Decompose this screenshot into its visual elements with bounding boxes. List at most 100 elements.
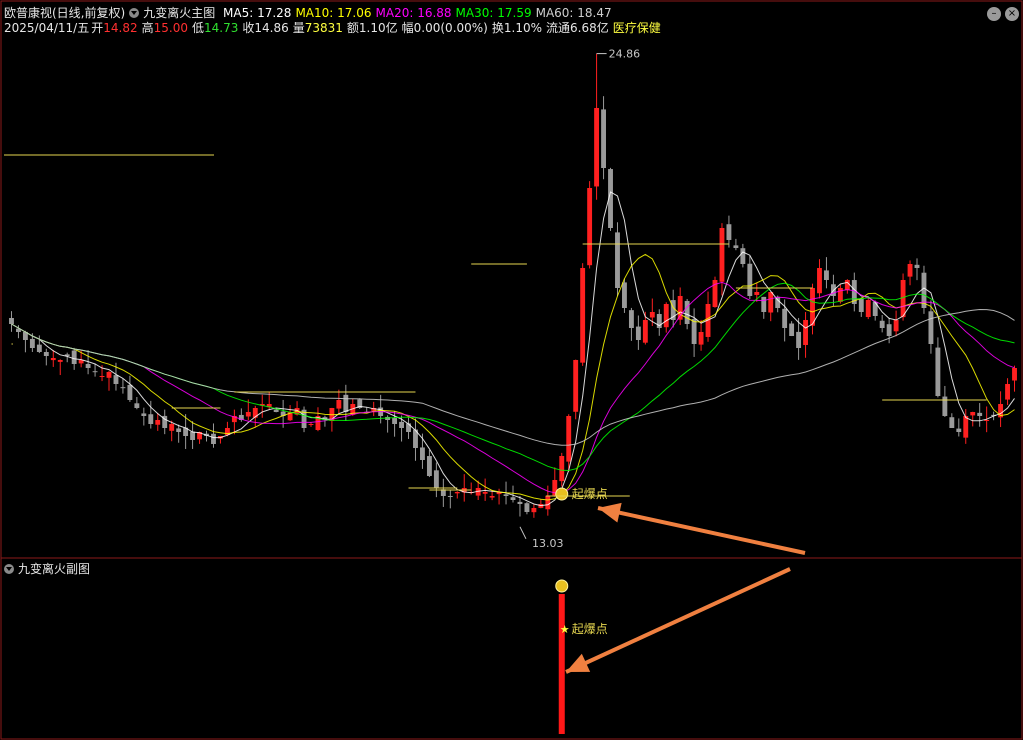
candle-body[interactable] [29, 338, 35, 348]
candle-body[interactable] [900, 280, 906, 318]
candle-body[interactable] [663, 304, 669, 328]
candle-body[interactable] [587, 188, 593, 266]
candle-body[interactable] [622, 282, 627, 308]
candle-body[interactable] [190, 431, 196, 440]
candle-body[interactable] [531, 508, 537, 513]
candle-body[interactable] [566, 416, 572, 462]
candle-body[interactable] [1005, 384, 1010, 400]
candle-body[interactable] [420, 447, 425, 460]
candle-body[interactable] [36, 344, 42, 352]
candle-body[interactable] [907, 264, 913, 277]
candle-body[interactable] [942, 396, 948, 416]
candle-body[interactable] [691, 318, 697, 344]
candle-body[interactable] [176, 428, 182, 432]
candle-body[interactable] [343, 394, 349, 412]
candle-body[interactable] [141, 413, 147, 416]
candle-body[interactable] [956, 428, 962, 432]
candle-body[interactable] [817, 268, 822, 294]
candle-body[interactable] [580, 268, 586, 363]
candle-body[interactable] [308, 424, 314, 425]
candle-body[interactable] [92, 371, 98, 373]
candle-body[interactable] [733, 245, 739, 248]
candle-body[interactable] [517, 501, 523, 504]
candle-body[interactable] [615, 232, 620, 288]
candle-body[interactable] [85, 363, 91, 368]
candle-body[interactable] [761, 296, 767, 312]
candle-body[interactable] [635, 326, 641, 340]
candle-body[interactable] [970, 412, 976, 416]
candle-body[interactable] [914, 264, 920, 268]
candle-body[interactable] [642, 320, 648, 343]
candle-body[interactable] [113, 375, 119, 384]
candle-body[interactable] [524, 503, 530, 512]
candle-body[interactable] [43, 352, 49, 356]
sector-value[interactable]: 医疗保健 [613, 21, 661, 35]
candle-body[interactable] [99, 376, 105, 377]
close-icon[interactable]: × [1005, 7, 1019, 21]
candle-body[interactable] [824, 270, 829, 280]
candle-body[interactable] [57, 360, 63, 362]
candle-body[interactable] [740, 248, 746, 264]
candle-body[interactable] [392, 418, 398, 424]
candle-body[interactable] [426, 456, 432, 476]
candle-body[interactable] [963, 416, 969, 438]
candle-body[interactable] [545, 496, 551, 510]
candle-body[interactable] [949, 417, 955, 428]
candle-body[interactable] [573, 360, 579, 412]
candle-body[interactable] [50, 358, 56, 361]
candle-body[interactable] [399, 421, 404, 428]
candle-body[interactable] [1012, 368, 1017, 381]
candle-body[interactable] [796, 331, 802, 348]
main-candlestick-chart[interactable]: 24.8613.03起爆点★ 起爆点 [0, 0, 1023, 740]
candle-body[interactable] [649, 312, 655, 318]
candle-body[interactable] [628, 310, 634, 328]
candle-body[interactable] [245, 412, 251, 417]
candle-body[interactable] [977, 412, 983, 416]
candle-body[interactable] [935, 347, 941, 396]
candle-body[interactable] [984, 420, 990, 421]
candle-body[interactable] [134, 403, 140, 408]
candle-body[interactable] [789, 323, 795, 336]
candle-body[interactable] [120, 387, 126, 389]
candle-body[interactable] [148, 414, 154, 424]
sub-indicator-name[interactable]: 九变离火副图 [18, 562, 90, 576]
candle-body[interactable] [768, 292, 774, 313]
candle-body[interactable] [726, 224, 732, 240]
candle-body[interactable] [754, 292, 760, 295]
candle-body[interactable] [9, 318, 14, 324]
candle-body[interactable] [893, 320, 899, 332]
candle-body[interactable] [886, 324, 892, 336]
minimize-icon[interactable]: – [987, 7, 1001, 21]
candle-body[interactable] [211, 433, 216, 444]
indicator-name[interactable]: 九变离火主图 [143, 6, 215, 20]
candle-body[interactable] [719, 228, 725, 282]
candle-body[interactable] [559, 456, 565, 482]
indicator-dropdown-icon[interactable] [129, 8, 140, 18]
candle-body[interactable] [489, 496, 495, 498]
candle-body[interactable] [928, 311, 934, 344]
candle-body[interactable] [844, 280, 850, 291]
sub-indicator-dropdown-icon[interactable] [4, 564, 14, 574]
candle-body[interactable] [698, 332, 704, 345]
candle-body[interactable] [273, 409, 279, 412]
candle-body[interactable] [336, 400, 342, 409]
candle-body[interactable] [454, 492, 460, 494]
candle-body[interactable] [782, 308, 788, 328]
candle-body[interactable] [503, 494, 509, 496]
candle-body[interactable] [482, 492, 488, 494]
candle-body[interactable] [865, 300, 871, 318]
candle-body[interactable] [447, 495, 453, 497]
candle-body[interactable] [684, 300, 690, 324]
candle-body[interactable] [155, 420, 161, 425]
candle-body[interactable] [879, 320, 885, 328]
candle-body[interactable] [601, 109, 606, 168]
candle-body[interactable] [127, 384, 133, 400]
candle-body[interactable] [803, 320, 808, 345]
candle-body[interactable] [433, 470, 439, 488]
candle-body[interactable] [169, 424, 175, 431]
candle-body[interactable] [594, 108, 600, 187]
candle-body[interactable] [71, 350, 77, 364]
candle-body[interactable] [858, 298, 864, 312]
candle-body[interactable] [106, 372, 112, 378]
candle-body[interactable] [747, 263, 753, 296]
